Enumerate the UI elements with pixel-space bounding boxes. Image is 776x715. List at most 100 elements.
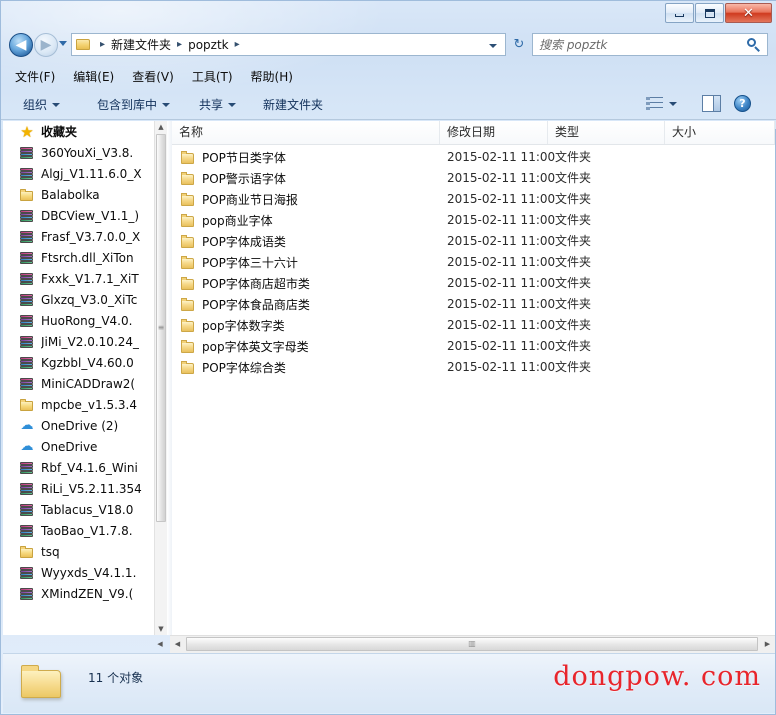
file-name-cell[interactable]: POP字体三十六计 [180,252,298,273]
forward-button[interactable]: ▶ [34,33,58,57]
sidebar-item[interactable]: ☁ OneDrive [3,436,155,457]
sidebar-item[interactable]: Fxxk_V1.7.1_XiT [3,268,155,289]
sidebar-item-label: Glxzq_V3.0_XiTc [41,292,138,307]
sidebar-item[interactable]: Kgzbbl_V4.60.0 [3,352,155,373]
file-name-cell[interactable]: pop字体数字类 [180,315,285,336]
column-header[interactable]: 名称 [172,121,440,144]
sidebar-item[interactable]: Frasf_V3.7.0.0_X [3,226,155,247]
file-name-cell[interactable]: POP字体食品商店类 [180,294,310,315]
table-row[interactable]: POP节日类字体 2015-02-11 11:00 文件夹 [172,147,775,168]
table-row[interactable]: POP字体商店超市类 2015-02-11 11:00 文件夹 [172,273,775,294]
breadcrumb-separator-0[interactable]: ▸ [100,39,105,50]
file-date-cell: 2015-02-11 11:00 [447,318,556,332]
table-row[interactable]: POP字体食品商店类 2015-02-11 11:00 文件夹 [172,294,775,315]
file-name-cell[interactable]: POP字体综合类 [180,357,286,378]
sidebar-item[interactable]: RiLi_V5.2.11.354 [3,478,155,499]
file-name-cell[interactable]: POP节日类字体 [180,147,286,168]
archive-icon [19,502,35,518]
sidebar-item-label: TaoBao_V1.7.8. [41,523,133,538]
refresh-button[interactable]: ↻ [508,34,530,55]
sidebar-scroll-thumb[interactable] [156,134,166,522]
table-row[interactable]: POP警示语字体 2015-02-11 11:00 文件夹 [172,168,775,189]
sidebar-item[interactable]: Tablacus_V18.0 [3,499,155,520]
history-dropdown-icon[interactable] [59,41,67,46]
table-row[interactable]: POP字体成语类 2015-02-11 11:00 文件夹 [172,231,775,252]
include-in-library-button[interactable]: 包含到库中 [97,96,171,113]
sidebar-item[interactable]: HuoRong_V4.0. [3,310,155,331]
cloud-icon: ☁ [20,438,34,454]
sidebar-item[interactable]: Algj_V1.11.6.0_X [3,163,155,184]
breadcrumb-item-0[interactable]: 新建文件夹 [111,36,171,53]
table-row[interactable]: pop字体英文字母类 2015-02-11 11:00 文件夹 [172,336,775,357]
sidebar-h-scroll-left-button[interactable]: ◀ [151,635,169,652]
hscroll-thumb[interactable] [186,637,758,651]
breadcrumb-separator-1[interactable]: ▸ [177,39,182,50]
sidebar-item[interactable]: tsq [3,541,155,562]
minimize-button[interactable] [665,3,694,23]
table-row[interactable]: POP字体综合类 2015-02-11 11:00 文件夹 [172,357,775,378]
column-header[interactable]: 类型 [548,121,665,144]
table-row[interactable]: pop字体数字类 2015-02-11 11:00 文件夹 [172,315,775,336]
sidebar-item[interactable]: mpcbe_v1.5.3.4 [3,394,155,415]
horizontal-scrollbar[interactable]: ◀ ▶ [170,635,775,653]
column-header[interactable]: 大小 [665,121,775,144]
maximize-button[interactable] [695,3,724,23]
menu-item-tools[interactable]: 工具(T) [192,68,233,85]
sidebar-item[interactable]: MiniCADDraw2( [3,373,155,394]
sidebar-scroll-up-button[interactable]: ▲ [155,121,167,133]
sidebar-item-label: HuoRong_V4.0. [41,313,133,328]
new-folder-button[interactable]: 新建文件夹 [263,96,323,113]
sidebar-item[interactable]: XMindZEN_V9.( [3,583,155,604]
sidebar-item[interactable]: Ftsrch.dll_XiTon [3,247,155,268]
back-button[interactable]: ◀ [9,33,33,57]
breadcrumb-dropdown-icon[interactable] [489,44,497,48]
file-name-cell[interactable]: pop商业字体 [180,210,273,231]
menu-item-help[interactable]: 帮助(H) [251,68,293,85]
file-name-cell[interactable]: POP字体成语类 [180,231,286,252]
chevron-down-icon [52,103,61,107]
sidebar-item-favorites[interactable]: ★ 收藏夹 [3,121,155,142]
file-name-cell[interactable]: POP警示语字体 [180,168,286,189]
sidebar-item[interactable]: Balabolka [3,184,155,205]
sidebar-scroll-down-button[interactable]: ▼ [155,623,167,635]
file-name-cell[interactable]: POP商业节日海报 [180,189,298,210]
table-row[interactable]: pop商业字体 2015-02-11 11:00 文件夹 [172,210,775,231]
sidebar-item[interactable]: Rbf_V4.1.6_Wini [3,457,155,478]
help-icon[interactable]: ? [734,95,751,112]
view-list-icon[interactable] [646,97,663,112]
sidebar-item[interactable]: DBCView_V1.1_) [3,205,155,226]
column-header[interactable]: 修改日期 [440,121,548,144]
sidebar-item[interactable]: 360YouXi_V3.8. [3,142,155,163]
folder-icon [180,171,196,187]
title-bar: ✕ [1,1,776,28]
table-row[interactable]: POP字体三十六计 2015-02-11 11:00 文件夹 [172,252,775,273]
share-button[interactable]: 共享 [199,96,237,113]
search-input[interactable]: 搜索 popztk [539,36,607,53]
organize-button[interactable]: 组织 [23,96,61,113]
menu-item-edit[interactable]: 编辑(E) [73,68,114,85]
sidebar-item-label: Rbf_V4.1.6_Wini [41,460,138,475]
breadcrumb-separator-2[interactable]: ▸ [235,39,240,50]
hscroll-right-button[interactable]: ▶ [760,636,775,652]
file-name-cell[interactable]: pop字体英文字母类 [180,336,309,357]
menu-item-view[interactable]: 查看(V) [132,68,174,85]
chevron-down-icon [228,103,237,107]
search-icon[interactable] [746,37,762,53]
sidebar-item[interactable]: Wyyxds_V4.1.1. [3,562,155,583]
sidebar-item[interactable]: ☁ OneDrive (2) [3,415,155,436]
sidebar-item[interactable]: Glxzq_V3.0_XiTc [3,289,155,310]
breadcrumb-item-1[interactable]: popztk [188,38,229,52]
breadcrumb-address-bar[interactable]: ▸ 新建文件夹 ▸ popztk ▸ [71,33,506,56]
preview-pane-icon[interactable] [702,95,721,112]
folder-icon [180,276,196,292]
sidebar-item[interactable]: JiMi_V2.0.10.24_ [3,331,155,352]
search-box[interactable]: 搜索 popztk [532,33,768,56]
sidebar-scrollbar[interactable]: ▲ ▼ [154,121,167,635]
table-row[interactable]: POP商业节日海报 2015-02-11 11:00 文件夹 [172,189,775,210]
hscroll-left-button[interactable]: ◀ [170,636,185,652]
menu-item-file[interactable]: 文件(F) [15,68,55,85]
file-name-cell[interactable]: POP字体商店超市类 [180,273,310,294]
chevron-down-icon[interactable] [669,102,677,106]
close-button[interactable]: ✕ [725,3,772,23]
sidebar-item[interactable]: TaoBao_V1.7.8. [3,520,155,541]
